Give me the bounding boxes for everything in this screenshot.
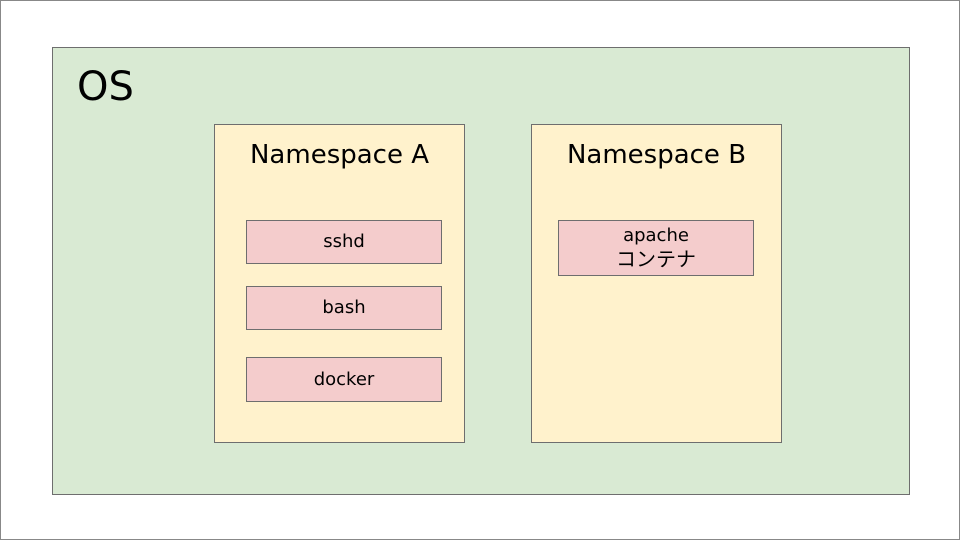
process-bash: bash xyxy=(246,286,442,330)
process-docker-label: docker xyxy=(313,368,375,390)
namespace-a-box: Namespace A sshd bash docker xyxy=(214,124,465,443)
apache-container: apache コンテナ xyxy=(558,220,754,276)
process-bash-label: bash xyxy=(322,297,366,318)
namespace-b-box: Namespace B apache コンテナ xyxy=(531,124,782,443)
os-label: OS xyxy=(77,64,134,110)
namespace-a-title: Namespace A xyxy=(249,140,430,170)
process-sshd: sshd xyxy=(246,220,442,264)
namespace-b-title: Namespace B xyxy=(566,140,747,170)
slide: OS Namespace A sshd bash docker Namespac… xyxy=(0,0,960,540)
process-docker: docker xyxy=(246,357,442,402)
apache-container-line2: コンテナ xyxy=(616,247,696,271)
process-sshd-label: sshd xyxy=(323,231,365,252)
apache-container-line1: apache xyxy=(623,225,689,246)
